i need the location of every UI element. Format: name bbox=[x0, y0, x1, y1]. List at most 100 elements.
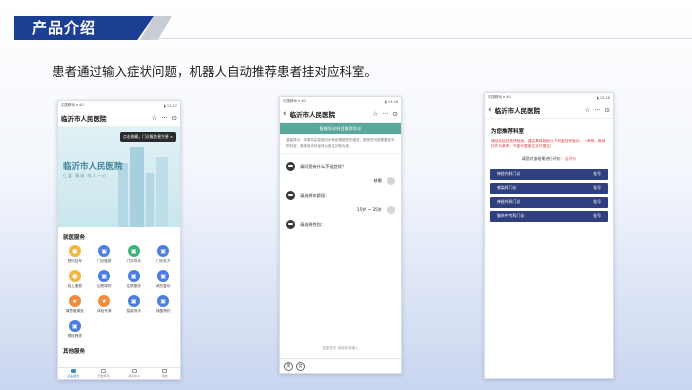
evaluation-text: 请您对该结果进行评价： bbox=[521, 155, 565, 161]
service-icon: ★ bbox=[98, 295, 111, 307]
department-name: 神经外科门诊 bbox=[497, 199, 521, 205]
tab-medical[interactable]: 就医服务 bbox=[58, 368, 89, 379]
phone-screen-recommend: 中国移动 ▾ 4G ▮ 13:28 ‹ 临沂市人民医院 ☆ ··· ⊙ 为您推荐… bbox=[484, 92, 614, 379]
bot-question: 请选择性别： bbox=[300, 221, 326, 227]
service-item[interactable]: ▣ 智能导诊 bbox=[119, 295, 149, 314]
service-icon: ▣ bbox=[127, 270, 140, 282]
service-item[interactable]: ▣ 门诊导诊 bbox=[119, 245, 149, 264]
service-item[interactable]: ● 线上缴费 bbox=[60, 270, 90, 289]
target-icon[interactable]: ⊙ bbox=[605, 106, 610, 114]
hospital-banner: 点击收藏，门诊服务更方便 × 临沂市人民医院 仁爱 精诚 唯人一心 bbox=[58, 127, 180, 227]
department-list: 神经内科门诊 挂号 感染科门诊 挂号 神经外科门诊 挂号 脑卒中专科门诊 挂号 bbox=[485, 168, 613, 222]
star-icon[interactable]: ☆ bbox=[585, 106, 591, 114]
user-message: 15岁 ~ 35岁 bbox=[280, 203, 401, 217]
service-item[interactable]: ● 预约挂号 bbox=[60, 245, 90, 264]
nav-bar: 临沂市人民医院 ☆ ··· ⊙ bbox=[58, 110, 180, 127]
more-icon[interactable]: ··· bbox=[161, 114, 167, 122]
service-item[interactable]: ▣ 门诊缴费 bbox=[90, 245, 120, 264]
service-grid: ● 预约挂号 ▣ 门诊缴费 ▣ 门诊导诊 ▣ 门诊处方 ● 线上缴费 ▣ 出院带药 ▣ 住院服务 ▣ 病历复印… bbox=[58, 245, 180, 339]
service-label: 病历复印 bbox=[156, 284, 171, 288]
service-item[interactable]: ▣ 门诊处方 bbox=[149, 245, 179, 264]
register-button[interactable]: 挂号 bbox=[593, 171, 601, 177]
service-item[interactable]: ▣ 病历复印 bbox=[149, 270, 179, 289]
option-female-button[interactable]: 女 bbox=[296, 361, 305, 371]
department-row[interactable]: 脑卒中专科门诊 挂号 bbox=[490, 210, 608, 222]
header-divider bbox=[150, 38, 692, 39]
nav-title: 临沂市人民医院 bbox=[289, 111, 336, 119]
nav-bar: ‹ 临沂市人民医院 ☆ ··· ⊙ bbox=[280, 106, 401, 123]
more-icon[interactable]: ··· bbox=[382, 110, 388, 118]
service-item[interactable]: ★ 满意度调查 bbox=[60, 295, 90, 314]
tab-label: 智能导诊 bbox=[97, 374, 110, 378]
slide-subtitle: 患者通过输入症状问题，机器人自动推荐患者挂对应科室。 bbox=[52, 64, 378, 79]
register-button[interactable]: 挂号 bbox=[593, 185, 601, 191]
carrier-text: 中国移动 ▾ 4G bbox=[61, 103, 84, 107]
back-icon[interactable]: ‹ bbox=[283, 109, 287, 119]
service-label: 智能导诊 bbox=[126, 309, 141, 313]
department-name: 感染科门诊 bbox=[497, 185, 517, 191]
bot-question: 请问您有什么不适症状？ bbox=[300, 163, 347, 169]
service-icon: ● bbox=[68, 270, 81, 282]
service-item[interactable]: ▣ 核酸预约 bbox=[149, 295, 179, 314]
tab-messages[interactable]: 消息中心 bbox=[119, 368, 150, 379]
input-hint: 智能导诊 请选择或输入 bbox=[322, 346, 359, 350]
section-title-other: 其他服务 bbox=[63, 349, 86, 355]
carrier-text: 中国移动 ▾ 4G bbox=[488, 95, 511, 99]
tab-label: 我的 bbox=[161, 374, 168, 378]
star-icon[interactable]: ☆ bbox=[373, 110, 379, 118]
nav-title: 临沂市人民医院 bbox=[61, 115, 107, 123]
service-icon: ▣ bbox=[98, 245, 111, 257]
service-item[interactable]: ▣ 出院带药 bbox=[90, 270, 120, 289]
target-icon[interactable]: ⊙ bbox=[172, 114, 177, 122]
service-item[interactable]: ▣ 预检筛查 bbox=[60, 320, 90, 339]
user-answer: 咳嗽 bbox=[373, 178, 382, 183]
user-answer: 15岁 ~ 35岁 bbox=[356, 207, 382, 212]
evaluate-link[interactable]: 去评价 bbox=[565, 156, 577, 161]
option-male-button[interactable]: 男 bbox=[284, 361, 293, 371]
service-item[interactable]: ★ 体检号源 bbox=[90, 295, 120, 314]
slide-header: 产品介绍 bbox=[0, 16, 692, 40]
profile-icon bbox=[162, 369, 168, 373]
time-text: ▮ 13:28 bbox=[384, 99, 398, 104]
service-label: 体检号源 bbox=[97, 309, 112, 313]
department-row[interactable]: 感染科门诊 挂号 bbox=[490, 182, 608, 194]
service-label: 门诊导诊 bbox=[126, 259, 141, 263]
favorite-tooltip[interactable]: 点击收藏，门诊服务更方便 × bbox=[120, 132, 176, 142]
tab-triage[interactable]: 智能导诊 bbox=[89, 368, 120, 379]
tab-profile[interactable]: 我的 bbox=[150, 368, 181, 379]
service-icon: ★ bbox=[68, 295, 81, 307]
service-item[interactable]: ▣ 住院服务 bbox=[119, 270, 149, 289]
star-icon[interactable]: ☆ bbox=[152, 114, 158, 122]
target-icon[interactable]: ⊙ bbox=[393, 110, 398, 118]
more-icon[interactable]: ··· bbox=[594, 106, 600, 114]
service-icon: ▣ bbox=[157, 295, 170, 307]
back-icon[interactable]: ‹ bbox=[488, 105, 492, 115]
message-icon bbox=[131, 369, 137, 373]
robot-avatar-icon bbox=[286, 162, 295, 171]
register-button[interactable]: 挂号 bbox=[593, 199, 601, 205]
department-row[interactable]: 神经外科门诊 挂号 bbox=[490, 196, 608, 208]
status-bar: 中国移动 ▾ 4G ▮ 13:27 bbox=[58, 101, 180, 110]
service-icon: ▣ bbox=[157, 245, 170, 257]
building-graphic bbox=[118, 163, 128, 227]
department-row[interactable]: 神经内科门诊 挂号 bbox=[490, 168, 608, 180]
slide-title: 产品介绍 bbox=[32, 19, 97, 37]
department-name: 脑卒中专科门诊 bbox=[497, 213, 525, 219]
register-button[interactable]: 挂号 bbox=[593, 213, 601, 219]
chat-input-bar: 男 女 bbox=[280, 358, 401, 373]
bot-question: 请选择年龄段： bbox=[300, 192, 330, 198]
bot-message: 请问您有什么不适症状？ bbox=[280, 159, 401, 174]
hospital-name: 临沂市人民医院 bbox=[63, 162, 123, 172]
service-icon: ▣ bbox=[98, 270, 111, 282]
user-message: 咳嗽 bbox=[280, 174, 401, 188]
user-avatar-icon bbox=[387, 177, 395, 185]
section-title-medical: 就医服务 bbox=[63, 235, 86, 241]
phone-screen-chat: 中国移动 ▾ 4G ▮ 13:28 ‹ 临沂市人民医院 ☆ ··· ⊙ 智能导诊… bbox=[279, 96, 402, 374]
service-label: 门诊处方 bbox=[156, 259, 171, 263]
service-label: 核酸预约 bbox=[156, 309, 171, 313]
building-graphic bbox=[130, 147, 144, 227]
triage-notice: 温馨提示：本服务由智能问诊系统根据您的描述，推荐您可能需要挂号的科室，具体就诊科… bbox=[280, 134, 401, 154]
service-icon: ▣ bbox=[157, 270, 170, 282]
service-icon: ▣ bbox=[68, 320, 81, 332]
robot-avatar-icon bbox=[286, 191, 295, 200]
